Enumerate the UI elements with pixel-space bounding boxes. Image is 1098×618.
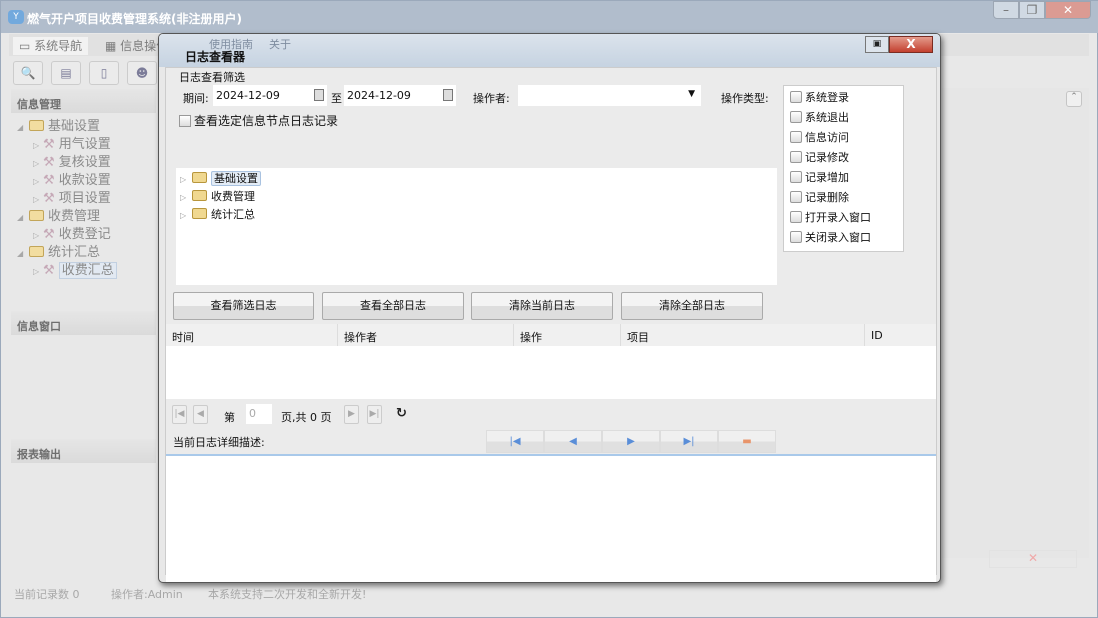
tree-node[interactable]: ▷ 收费管理 (180, 188, 773, 206)
op-type-checklist: 系统登录 系统退出 信息访问 记录修改 记录增加 记录删除 打开录入窗口 关闭录… (783, 85, 904, 252)
dialog-title-bar: 使用指南 关于 日志查看器 ▣ X (159, 34, 940, 67)
tree-node[interactable]: ▷ 统计汇总 (180, 206, 773, 224)
filter-group-label: 日志查看筛选 (179, 71, 245, 84)
column-header-id[interactable]: ID (865, 324, 936, 346)
tab-about[interactable]: 关于 (269, 36, 291, 52)
log-viewer-dialog: 使用指南 关于 日志查看器 ▣ X 日志查看筛选 期间: 2024-12-09 … (158, 33, 941, 583)
prev-page-button[interactable]: ◀ (193, 405, 208, 424)
date-to-picker[interactable]: 2024-12-09 (344, 85, 456, 106)
detail-prev-button[interactable]: ◀ (544, 430, 602, 453)
op-type-checkbox[interactable]: 信息访问 (790, 129, 903, 149)
operator-label: 操作者: (473, 92, 510, 105)
column-header-time[interactable]: 时间 (166, 324, 338, 346)
operator-select[interactable]: ▼ (518, 85, 701, 106)
next-page-button[interactable]: ▶ (344, 405, 359, 424)
folder-icon (192, 208, 207, 219)
folder-icon (192, 172, 207, 183)
dialog-content: 日志查看筛选 期间: 2024-12-09 至 2024-12-09 操作者: … (165, 67, 937, 582)
dialog-title: 日志查看器 (185, 50, 246, 64)
column-header-item[interactable]: 项目 (621, 324, 865, 346)
detail-last-button[interactable]: ▶| (660, 430, 718, 453)
op-type-checkbox[interactable]: 记录修改 (790, 149, 903, 169)
clear-all-logs-button[interactable]: 清除全部日志 (621, 292, 763, 320)
op-type-label: 操作类型: (721, 92, 769, 105)
view-all-logs-button[interactable]: 查看全部日志 (322, 292, 464, 320)
page-total: 页,共 0 页 (281, 411, 332, 424)
op-type-checkbox[interactable]: 系统退出 (790, 109, 903, 129)
node-log-checkbox[interactable]: 查看选定信息节点日志记录 (179, 112, 338, 129)
detail-label: 当前日志详细描述: (173, 436, 265, 449)
view-filtered-logs-button[interactable]: 查看筛选日志 (173, 292, 314, 320)
first-page-button[interactable]: |◀ (172, 405, 187, 424)
period-label: 期间: (183, 92, 209, 105)
detail-next-button[interactable]: ▶ (602, 430, 660, 453)
tree-node[interactable]: ▷ 基础设置 (180, 170, 773, 188)
dialog-restore-button[interactable]: ▣ (865, 36, 889, 53)
dropdown-arrow-icon: ▼ (688, 89, 695, 99)
op-type-checkbox[interactable]: 记录增加 (790, 169, 903, 189)
dialog-close-button[interactable]: X (889, 36, 933, 53)
log-detail-textarea[interactable] (166, 454, 936, 582)
to-label: 至 (331, 92, 342, 105)
page-input[interactable]: 0 (246, 404, 272, 424)
calendar-icon (443, 89, 453, 101)
last-page-button[interactable]: ▶| (367, 405, 382, 424)
op-type-checkbox[interactable]: 系统登录 (790, 89, 903, 109)
refresh-icon[interactable]: ↻ (396, 406, 407, 421)
column-header-operator[interactable]: 操作者 (338, 324, 514, 346)
clear-current-logs-button[interactable]: 清除当前日志 (471, 292, 613, 320)
folder-icon (192, 190, 207, 201)
date-from-picker[interactable]: 2024-12-09 (213, 85, 327, 106)
detail-first-button[interactable]: |◀ (486, 430, 544, 453)
op-type-checkbox[interactable]: 关闭录入窗口 (790, 229, 903, 249)
detail-remove-button[interactable]: ▬ (718, 430, 776, 453)
node-tree: ▷ 基础设置 ▷ 收费管理 ▷ 统计汇总 (176, 168, 777, 285)
page-prefix: 第 (224, 411, 235, 424)
calendar-icon (314, 89, 324, 101)
op-type-checkbox[interactable]: 记录删除 (790, 189, 903, 209)
column-header-operation[interactable]: 操作 (514, 324, 621, 346)
op-type-checkbox[interactable]: 打开录入窗口 (790, 209, 903, 229)
